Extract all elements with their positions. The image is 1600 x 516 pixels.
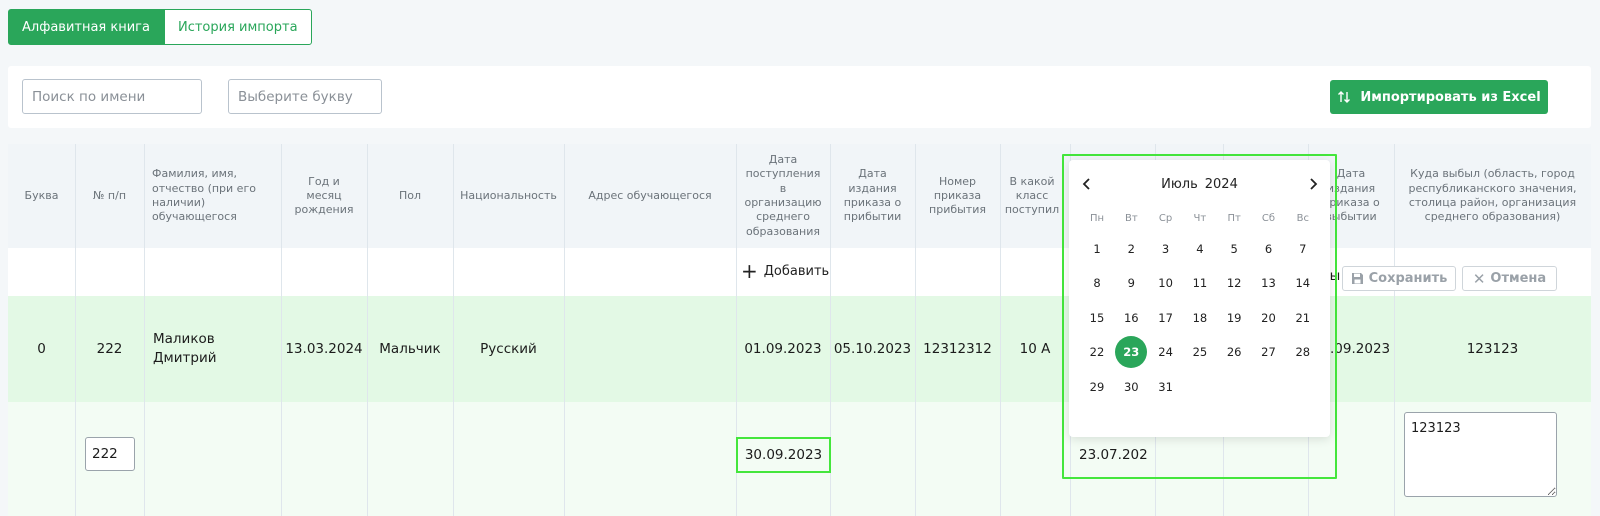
cell-gender: Мальчик [379, 340, 441, 357]
cell-order-date: 05.10.2023 [833, 340, 912, 357]
header-destination: Куда выбыл (область, город республиканск… [1408, 167, 1577, 224]
toolbar: Импортировать из Excel [8, 66, 1591, 128]
chevron-right-icon [1310, 178, 1318, 190]
header-order-date: Дата издания приказа о прибытии [843, 167, 902, 224]
date-picker: Июль 2024 Пн Вт Ср Чт Пт Сб Вс 1 2 3 4 5 6 7 8 9 10 11 12… [1069, 160, 1330, 437]
weekday-label: Пн [1089, 213, 1105, 224]
number-input[interactable] [85, 437, 135, 471]
cell-admission-date: 01.09.2023 [744, 340, 822, 357]
header-nationality: Национальность [460, 188, 557, 202]
admission-date-value: 30.09.2023 [744, 446, 823, 463]
calendar-day[interactable]: 22 [1081, 336, 1113, 368]
sort-arrows-icon [1338, 91, 1351, 103]
calendar-day[interactable]: 17 [1150, 302, 1182, 334]
cell-nationality: Русский [480, 340, 537, 357]
tab-alphabet-book[interactable]: Алфавитная книга [8, 9, 164, 45]
admission-date-field[interactable]: 30.09.2023 [736, 437, 831, 473]
import-excel-button[interactable]: Импортировать из Excel [1330, 80, 1548, 114]
weekday-label: Пт [1227, 213, 1241, 224]
cell-birth: 13.03.2024 [285, 340, 363, 357]
calendar-day[interactable]: 31 [1150, 371, 1182, 403]
letter-select[interactable] [228, 79, 382, 114]
calendar-day[interactable]: 28 [1287, 336, 1319, 368]
cell-letter: 0 [37, 340, 46, 357]
calendar-day[interactable]: 6 [1253, 233, 1285, 265]
calendar-day[interactable]: 24 [1150, 336, 1182, 368]
weekday-label: Сб [1261, 213, 1276, 224]
header-admission-date: Дата поступления в организацию среднего … [744, 153, 822, 238]
tab-import-history[interactable]: История импорта [163, 9, 312, 45]
header-address: Адрес обучающегося [588, 188, 712, 202]
calendar-day-selected[interactable]: 23 [1115, 336, 1148, 369]
calendar-day[interactable]: 11 [1184, 267, 1216, 299]
header-letter: Буква [24, 188, 59, 202]
calendar-day[interactable]: 29 [1081, 371, 1113, 403]
cell-full-name: Маликов Дмитрий [153, 331, 217, 366]
calendar-day[interactable]: 16 [1115, 302, 1147, 334]
calendar-day[interactable]: 20 [1253, 302, 1285, 334]
destination-textarea[interactable]: 123123 [1404, 412, 1557, 497]
calendar-title: Июль 2024 [1069, 172, 1330, 196]
weekday-label: Вс [1296, 213, 1309, 224]
calendar-day[interactable]: 5 [1218, 233, 1250, 265]
calendar-day[interactable]: 21 [1287, 302, 1319, 334]
save-button[interactable]: Сохранить [1342, 266, 1456, 291]
calendar-day[interactable]: 2 [1115, 233, 1147, 265]
save-label: Сохранить [1368, 271, 1448, 286]
plus-icon: + [741, 259, 758, 283]
next-month-button[interactable] [1301, 172, 1325, 196]
calendar-day[interactable]: 1 [1081, 233, 1113, 265]
calendar-day[interactable]: 13 [1253, 267, 1285, 299]
calendar-day[interactable]: 9 [1115, 267, 1147, 299]
cancel-label: Отмена [1490, 271, 1547, 286]
calendar-day[interactable]: 27 [1253, 336, 1285, 368]
calendar-day[interactable]: 3 [1150, 233, 1182, 265]
import-label: Импортировать из Excel [1360, 89, 1541, 105]
calendar-day[interactable]: 7 [1287, 233, 1319, 265]
cell-class: 10 А [1019, 340, 1051, 357]
calendar-day[interactable]: 8 [1081, 267, 1113, 299]
floppy-icon [1351, 273, 1363, 284]
cell-order-number: 12312312 [923, 340, 992, 357]
add-button[interactable]: + Добавить [741, 259, 830, 283]
calendar-day[interactable]: 4 [1184, 233, 1216, 265]
header-full-name: Фамилия, имя, отчество (при его наличии)… [152, 167, 256, 224]
tab-bar: Алфавитная книга История импорта [8, 9, 312, 45]
cell-number: 222 [96, 340, 123, 357]
weekday-label: Ср [1158, 213, 1173, 224]
close-icon: ✕ [1472, 269, 1486, 288]
calendar-day[interactable]: 18 [1184, 302, 1216, 334]
cancel-button[interactable]: ✕ Отмена [1462, 266, 1557, 291]
calendar-day[interactable]: 30 [1115, 371, 1147, 403]
search-input[interactable] [22, 79, 202, 114]
cell-address [564, 296, 736, 402]
calendar-day[interactable]: 25 [1184, 336, 1216, 368]
calendar-day[interactable]: 26 [1218, 336, 1250, 368]
header-number: № п/п [92, 188, 127, 202]
calendar-day[interactable]: 12 [1218, 267, 1250, 299]
header-birth: Год и месяц рождения [294, 174, 354, 217]
calendar-day[interactable]: 15 [1081, 302, 1113, 334]
calendar-day[interactable]: 10 [1150, 267, 1182, 299]
weekday-label: Вт [1124, 213, 1138, 224]
add-label: Добавить [763, 264, 830, 279]
calendar-month[interactable]: Июль [1161, 177, 1198, 192]
header-class: В какой класс поступил [1004, 174, 1060, 217]
header-gender: Пол [398, 188, 422, 202]
cell-destination: 123123 [1466, 340, 1519, 357]
weekday-label: Чт [1193, 213, 1207, 224]
calendar-year[interactable]: 2024 [1205, 177, 1238, 192]
header-order-number: Номер приказа прибытия [929, 174, 986, 217]
calendar-day[interactable]: 19 [1218, 302, 1250, 334]
calendar-day[interactable]: 14 [1287, 267, 1319, 299]
